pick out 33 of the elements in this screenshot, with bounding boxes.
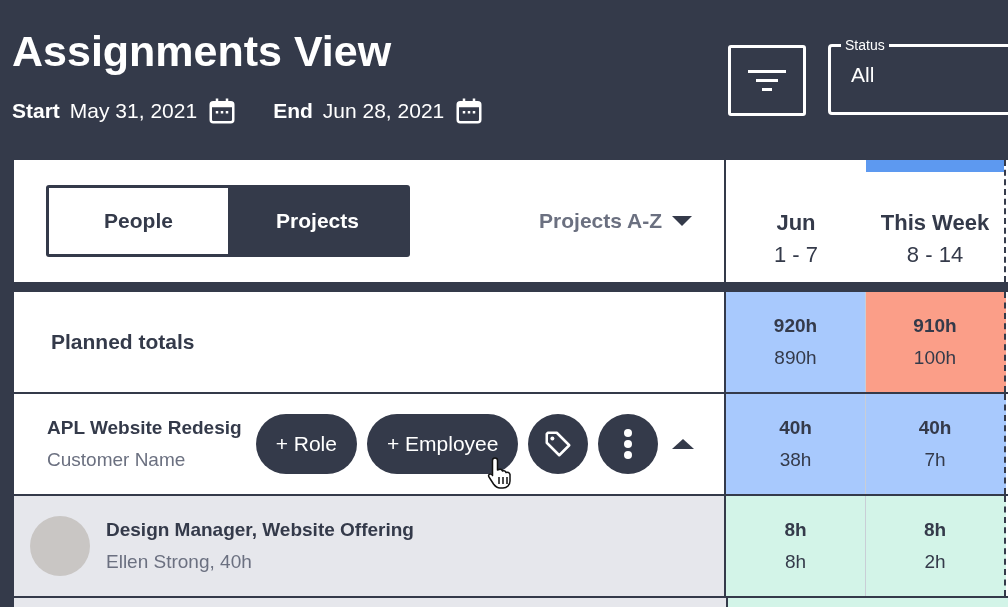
end-date[interactable]: Jun 28, 2021 <box>322 99 445 123</box>
week-label: This Week <box>880 210 990 236</box>
project-name: APL Website Redesig <box>47 417 242 439</box>
role-title: Design Manager, Website Offering <box>106 519 414 541</box>
hours-cell: 8h 8h <box>726 496 866 596</box>
hours-cell: 920h 890h <box>726 292 866 392</box>
totals-label: Planned totals <box>50 330 195 354</box>
customer-name: Customer Name <box>47 449 187 471</box>
hours-cell: 910h 100h <box>866 292 1006 392</box>
filter-button[interactable] <box>728 45 806 116</box>
filter-icon <box>748 67 786 94</box>
calendar-icon[interactable] <box>207 96 238 126</box>
start-date[interactable]: May 31, 2021 <box>69 99 198 123</box>
add-button[interactable]: + Employee <box>366 414 519 474</box>
status-dropdown[interactable]: Status All <box>828 37 1008 115</box>
collapse-caret-icon[interactable] <box>672 438 694 450</box>
more-icon <box>623 429 634 459</box>
week-range: 1 - 7 <box>774 242 818 268</box>
avatar-placeholder <box>30 516 90 576</box>
week-range: 8 - 14 <box>906 242 964 268</box>
calendar-icon[interactable] <box>454 96 485 126</box>
caret-icon <box>672 215 692 227</box>
view-toggle-option[interactable]: People <box>49 188 228 254</box>
sort-dropdown[interactable]: Projects A-Z <box>539 209 692 233</box>
week-label: Jun <box>776 210 816 236</box>
start-label: Start <box>12 99 60 123</box>
end-label: End <box>273 99 313 123</box>
add-button[interactable]: + Role <box>255 414 357 474</box>
hours-cell: 8h 2h <box>866 496 1006 596</box>
employee-name: Ellen Strong, 40h <box>106 551 253 573</box>
hours-cell: 40h 7h <box>866 394 1006 494</box>
page-title: Assignments View <box>12 26 393 76</box>
hours-cell: 40h 38h <box>726 394 866 494</box>
